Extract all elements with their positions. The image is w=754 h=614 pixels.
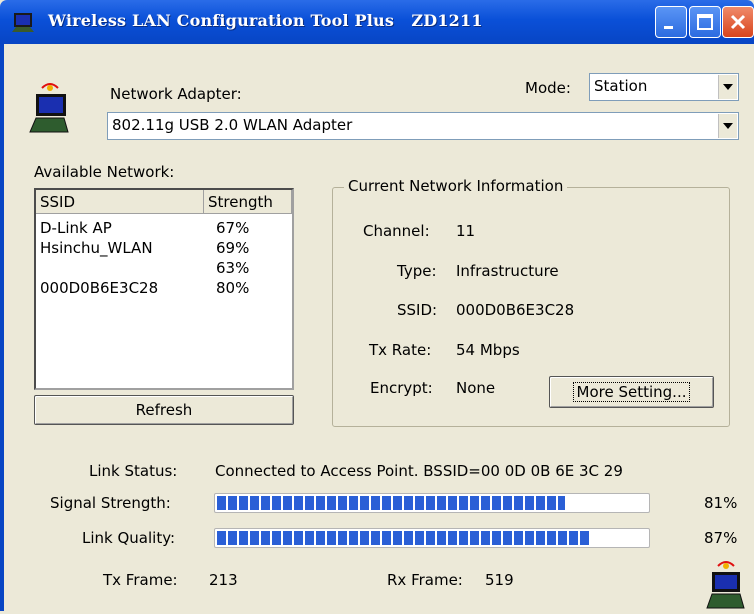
maximize-button[interactable] <box>689 6 721 38</box>
channel-label: Channel: <box>363 222 430 240</box>
signal-strength-label: Signal Strength: <box>50 494 171 512</box>
minimize-button[interactable] <box>655 6 687 38</box>
tx-rate-label: Tx Rate: <box>369 341 432 359</box>
ssid-value: 000D0B6E3C28 <box>456 301 575 319</box>
dropdown-arrow-icon[interactable] <box>718 114 737 138</box>
refresh-button[interactable]: Refresh <box>34 395 294 425</box>
mode-value: Station <box>594 77 648 95</box>
maximize-icon <box>697 14 713 30</box>
signal-strength-fill <box>217 496 565 510</box>
minimize-icon <box>664 26 673 29</box>
network-adapter-value: 802.11g USB 2.0 WLAN Adapter <box>112 116 353 134</box>
mode-select[interactable]: Station <box>589 73 739 101</box>
network-adapter-label: Network Adapter: <box>110 85 242 103</box>
encrypt-value: None <box>456 379 496 397</box>
wlan-app-icon <box>12 10 34 32</box>
encrypt-label: Encrypt: <box>370 379 433 397</box>
strength-column-header[interactable]: Strength <box>204 190 292 214</box>
title-bar[interactable]: Wireless LAN Configuration Tool Plus ZD1… <box>0 0 754 44</box>
list-item[interactable]: D-Link AP 67% <box>38 219 288 239</box>
tx-frame-value: 213 <box>209 571 238 589</box>
type-value: Infrastructure <box>456 262 559 280</box>
ssid-label: SSID: <box>397 301 438 319</box>
more-setting-label: More Setting... <box>572 382 691 402</box>
channel-value: 11 <box>456 222 476 240</box>
link-quality-label: Link Quality: <box>82 529 176 547</box>
tx-rate-value: 54 Mbps <box>456 341 520 359</box>
wireless-computer-icon <box>706 558 746 614</box>
tx-frame-label: Tx Frame: <box>103 571 178 589</box>
more-setting-button[interactable]: More Setting... <box>549 376 714 408</box>
current-network-title: Current Network Information <box>344 177 568 195</box>
link-status-label: Link Status: <box>89 462 178 480</box>
window-title: Wireless LAN Configuration Tool Plus ZD1… <box>48 11 483 30</box>
signal-strength-percent: 81% <box>704 494 738 512</box>
available-network-list[interactable]: SSID Strength D-Link AP 67% Hsinchu_WLAN 6… <box>34 188 294 390</box>
type-label: Type: <box>397 262 437 280</box>
link-quality-bar <box>214 528 650 548</box>
rx-frame-value: 519 <box>485 571 514 589</box>
signal-strength-bar <box>214 493 650 513</box>
wireless-computer-icon <box>28 80 72 138</box>
link-status-value: Connected to Access Point. BSSID=00 0D 0… <box>215 462 623 480</box>
close-icon <box>730 14 746 30</box>
network-adapter-select[interactable]: 802.11g USB 2.0 WLAN Adapter <box>107 112 739 140</box>
rx-frame-label: Rx Frame: <box>387 571 463 589</box>
list-item[interactable]: Hsinchu_WLAN 69% <box>38 239 288 259</box>
link-quality-percent: 87% <box>704 529 738 547</box>
ssid-column-header[interactable]: SSID <box>36 190 204 214</box>
list-item[interactable]: 000D0B6E3C28 80% <box>38 279 288 299</box>
close-button[interactable] <box>722 6 754 38</box>
mode-label: Mode: <box>525 79 571 97</box>
dropdown-arrow-icon[interactable] <box>718 75 737 99</box>
available-network-label: Available Network: <box>34 163 175 181</box>
list-item[interactable]: 63% <box>38 259 288 279</box>
link-quality-fill <box>217 531 591 545</box>
